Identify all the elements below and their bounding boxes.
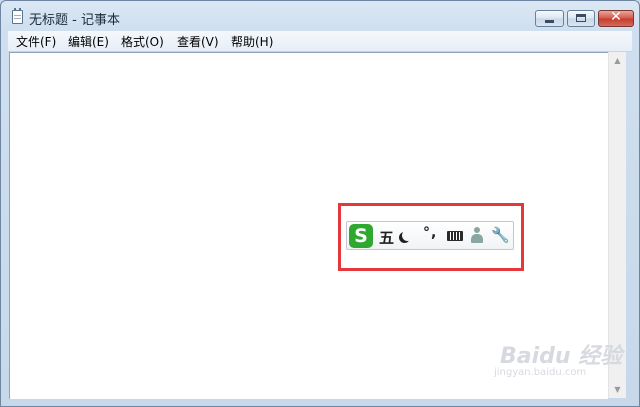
input-mode-toggle[interactable]: 五 — [379, 227, 394, 248]
maximize-button[interactable] — [567, 10, 595, 27]
ime-toolbar[interactable]: S 五 °, 🔧 — [346, 221, 514, 250]
wrench-icon[interactable]: 🔧 — [491, 226, 510, 244]
scroll-down-icon[interactable]: ▼ — [609, 381, 626, 398]
close-button[interactable]: ✕ — [598, 9, 634, 27]
scroll-up-icon[interactable]: ▲ — [609, 52, 626, 69]
sogou-logo-icon[interactable]: S — [349, 224, 373, 248]
user-icon[interactable] — [471, 227, 483, 245]
keyboard-icon[interactable] — [447, 231, 463, 241]
notepad-icon — [12, 8, 23, 24]
user-icon-body — [471, 234, 483, 243]
menu-edit[interactable]: 编辑(E) — [66, 33, 111, 50]
minimize-button[interactable] — [535, 10, 564, 27]
menu-bar: 文件(F) 编辑(E) 格式(O) 查看(V) 帮助(H) — [8, 31, 632, 52]
punctuation-icon[interactable]: °, — [423, 225, 437, 241]
menu-format[interactable]: 格式(O) — [119, 33, 166, 50]
moon-icon[interactable] — [402, 230, 413, 241]
menu-file[interactable]: 文件(F) — [14, 33, 58, 50]
user-icon-head — [474, 227, 480, 233]
window-title: 无标题 - 记事本 — [29, 13, 120, 28]
minimize-icon — [545, 20, 554, 23]
menu-view[interactable]: 查看(V) — [175, 33, 221, 50]
baidu-watermark: Baidu 经验 jingyan.baidu.com — [490, 336, 622, 384]
maximize-icon — [576, 14, 586, 22]
close-icon: ✕ — [610, 9, 622, 25]
menu-help[interactable]: 帮助(H) — [229, 33, 275, 50]
watermark-brand: Baidu 经验 — [500, 344, 623, 369]
watermark-url: jingyan.baidu.com — [494, 367, 587, 378]
title-bar[interactable]: 无标题 - 记事本 ✕ — [1, 1, 639, 31]
